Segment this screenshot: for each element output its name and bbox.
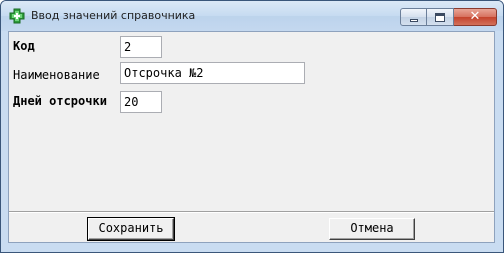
maximize-button[interactable] bbox=[427, 8, 454, 26]
dialog-window: Ввод значений справочника ✕ Код 2 Наимен… bbox=[0, 0, 504, 253]
cancel-button[interactable]: Отмена bbox=[329, 218, 415, 240]
name-label: Наименование bbox=[13, 68, 100, 82]
minimize-icon bbox=[410, 19, 418, 22]
minimize-button[interactable] bbox=[400, 8, 427, 26]
title-bar[interactable]: Ввод значений справочника ✕ bbox=[1, 1, 503, 31]
days-label: Дней отсрочки bbox=[13, 94, 107, 108]
code-input[interactable]: 2 bbox=[120, 36, 162, 58]
green-cross-icon bbox=[9, 8, 25, 24]
days-input[interactable]: 20 bbox=[120, 91, 162, 113]
name-input[interactable]: Отсрочка №2 bbox=[120, 62, 305, 84]
window-title: Ввод значений справочника bbox=[31, 9, 196, 22]
maximize-icon bbox=[435, 13, 445, 22]
code-label: Код bbox=[13, 39, 35, 53]
close-button[interactable]: ✕ bbox=[454, 8, 497, 26]
dialog-client-area: Код 2 Наименование Отсрочка №2 Дней отср… bbox=[8, 31, 495, 243]
close-icon: ✕ bbox=[469, 9, 481, 24]
save-button[interactable]: Сохранить bbox=[87, 217, 175, 241]
caption-buttons: ✕ bbox=[400, 8, 497, 26]
button-separator bbox=[9, 211, 494, 213]
